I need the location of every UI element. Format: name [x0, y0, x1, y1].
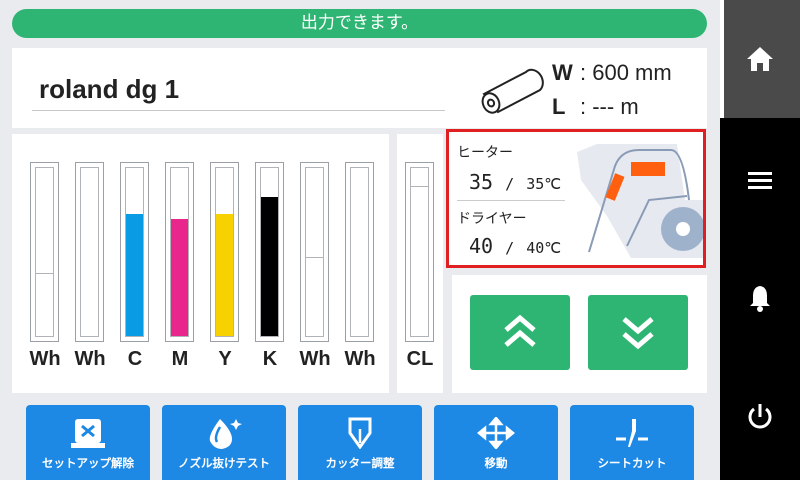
cl-level-fill [411, 186, 428, 336]
setup-release-label: セットアップ解除 [42, 456, 134, 470]
media-length-value: : --- m [580, 94, 639, 119]
ink-cartridge-inner [260, 167, 279, 337]
cl-cartridge-inner [410, 167, 429, 337]
media-length-key: L [552, 94, 566, 119]
ink-cartridge-3[interactable] [120, 162, 149, 342]
ink-cartridge-inner [170, 167, 189, 337]
double-chevron-up-icon [504, 314, 536, 347]
cl-label: CL [406, 348, 434, 370]
device-name: roland dg 1 [39, 74, 180, 104]
heater-label: ヒーター [457, 145, 513, 161]
ink-label: Wh [29, 348, 61, 370]
media-roll-icon [481, 68, 544, 114]
setup-release-icon [71, 419, 105, 448]
move-button[interactable]: 移動 [434, 405, 558, 480]
scrollbar[interactable] [720, 0, 724, 118]
ink-panel[interactable]: Wh Wh C M Y K Wh Wh [12, 134, 389, 393]
feed-panel [452, 275, 707, 393]
dryer-current: 40 [469, 234, 494, 258]
ink-level-fill [81, 167, 98, 336]
sidebar [720, 0, 800, 480]
media-length: L : --- m [552, 94, 639, 120]
ink-level-fill [126, 214, 143, 336]
heater-divider [457, 200, 565, 201]
ink-cartridge-4[interactable] [165, 162, 194, 342]
ink-label: M [171, 348, 189, 370]
media-width: W : 600 mm [552, 60, 672, 86]
status-banner: 出力できます。 [12, 9, 707, 38]
device-panel: roland dg 1 W : 600 mm L : --- m [12, 48, 707, 128]
ink-label: Y [218, 348, 232, 370]
ink-cartridge-inner [305, 167, 324, 337]
dryer-target: 40℃ [526, 239, 562, 257]
ink-cartridge-1[interactable] [30, 162, 59, 342]
ink-level-fill [36, 273, 53, 336]
dryer-temperature: 40 / 40℃ [469, 234, 561, 258]
media-width-value: : 600 mm [580, 60, 672, 85]
ink-level-fill [261, 197, 278, 336]
ink-cartridge-inner [350, 167, 369, 337]
ink-label: Wh [344, 348, 376, 370]
feed-backward-button[interactable] [470, 295, 570, 370]
heater-sep: / [505, 175, 515, 193]
heater-status-box[interactable]: ヒーター 35 / 35℃ ドライヤー 40 / 40℃ [446, 129, 706, 268]
ink-level-fill [171, 219, 188, 336]
double-chevron-down-icon [622, 317, 654, 350]
ink-level-fill [351, 167, 368, 336]
setup-release-button[interactable]: セットアップ解除 [26, 405, 150, 480]
heater-current: 35 [469, 170, 494, 194]
home-icon [747, 47, 773, 71]
cutter-adjust-icon [348, 417, 372, 449]
dryer-sep: / [505, 239, 515, 257]
ink-cartridge-inner [125, 167, 144, 337]
nozzle-test-icon [209, 419, 242, 449]
ink-cartridge-inner [80, 167, 99, 337]
media-width-key: W [552, 60, 573, 85]
ink-cartridge-inner [215, 167, 234, 337]
nozzle-test-label: ノズル抜けテスト [178, 456, 270, 470]
sheet-cut-button[interactable]: シートカット [570, 405, 694, 480]
ink-cartridge-2[interactable] [75, 162, 104, 342]
heater-diagram-icon [577, 144, 703, 258]
cleaning-liquid-panel[interactable]: CL [397, 134, 443, 393]
ink-cartridge-6[interactable] [255, 162, 284, 342]
ink-label: K [262, 348, 278, 370]
feed-forward-button[interactable] [588, 295, 688, 370]
ink-cartridge-7[interactable] [300, 162, 329, 342]
ink-level-fill [306, 257, 323, 336]
move-icon [477, 417, 515, 449]
cutter-adjust-label: カッター調整 [325, 456, 395, 470]
sheet-cut-label: シートカット [597, 456, 667, 470]
bell-icon[interactable] [745, 283, 775, 313]
heater-target: 35℃ [526, 175, 562, 193]
ink-cartridge-5[interactable] [210, 162, 239, 342]
power-icon[interactable] [745, 402, 775, 432]
menu-icon[interactable] [745, 165, 775, 195]
ink-cartridge-inner [35, 167, 54, 337]
ink-label: Wh [74, 348, 106, 370]
dryer-label: ドライヤー [457, 211, 527, 227]
home-button[interactable] [720, 0, 800, 118]
move-label: 移動 [484, 456, 508, 470]
heater-temperature: 35 / 35℃ [469, 170, 561, 194]
ink-label: C [127, 348, 143, 370]
cl-cartridge[interactable] [405, 162, 434, 342]
device-name-underline [32, 110, 445, 111]
ink-level-fill [216, 214, 233, 336]
nozzle-test-button[interactable]: ノズル抜けテスト [162, 405, 286, 480]
sheet-cut-icon [616, 419, 648, 447]
ink-cartridge-8[interactable] [345, 162, 374, 342]
ink-label: Wh [299, 348, 331, 370]
cutter-adjust-button[interactable]: カッター調整 [298, 405, 422, 480]
